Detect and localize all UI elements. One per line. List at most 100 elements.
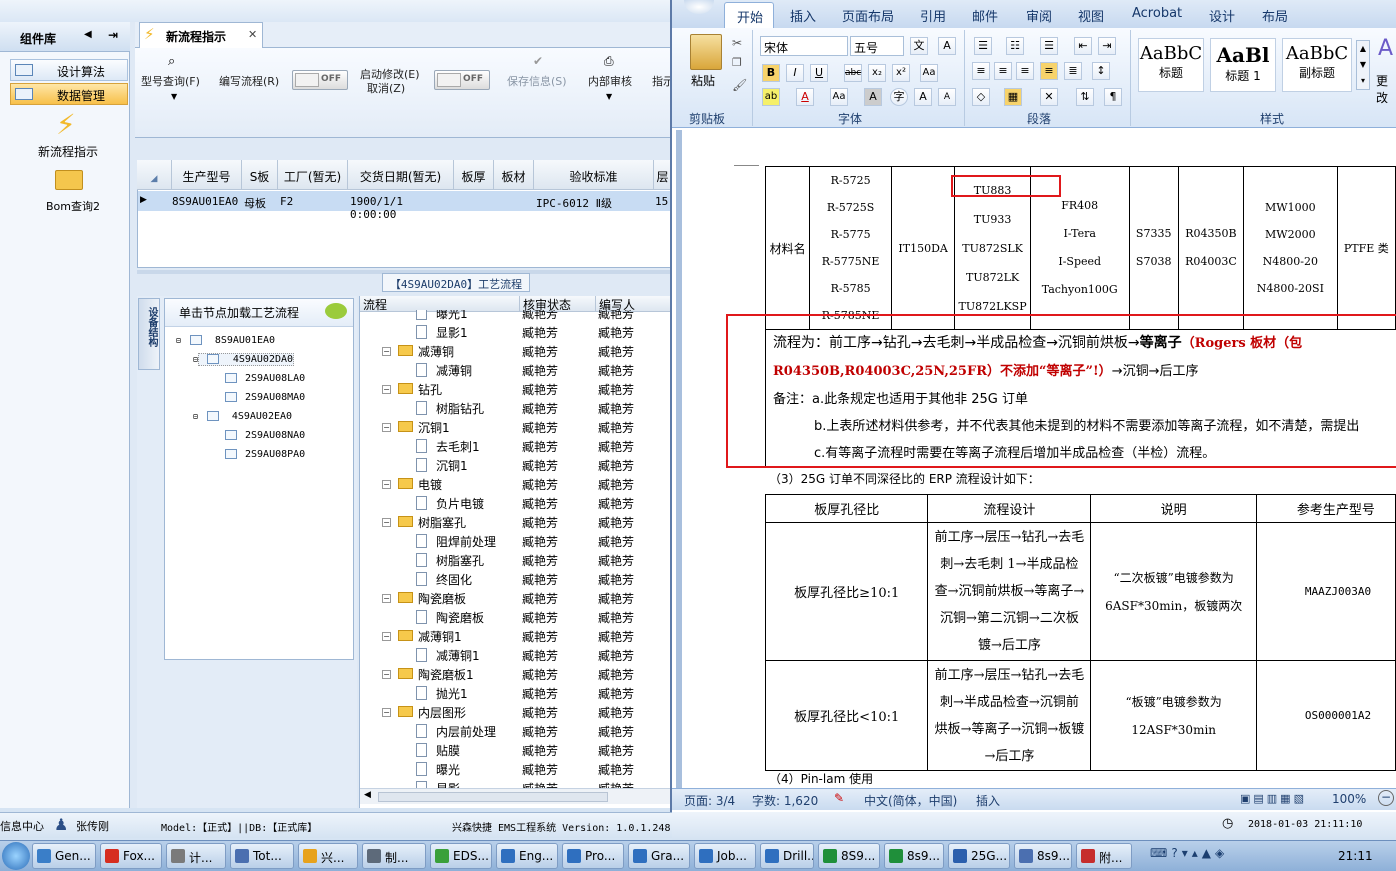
align-right-icon[interactable]: ≡ (1016, 62, 1034, 80)
model-query-button[interactable]: 型号查询(F) (141, 73, 200, 89)
justify-icon[interactable]: ≡ (1040, 62, 1058, 80)
flow-row[interactable]: 贴膜 臧艳芳 臧艳芳 (360, 741, 670, 760)
align-center-icon[interactable]: ≡ (994, 62, 1012, 80)
sort-icon[interactable]: ⇅ (1076, 88, 1094, 106)
column-header[interactable]: 验收标准 (534, 160, 654, 190)
scroll-left-icon[interactable]: ◀ (364, 790, 371, 800)
collapse-icon[interactable]: − (382, 518, 391, 527)
taskbar-button[interactable]: 8s9... (884, 843, 944, 869)
column-header[interactable]: 交货日期(暂无) (348, 160, 454, 190)
save-info-button[interactable]: 保存信息(S) (507, 73, 567, 89)
start-button[interactable] (2, 842, 30, 870)
flow-row[interactable]: 树脂塞孔 臧艳芳 臧艳芳 (360, 551, 670, 570)
taskbar-button[interactable]: Gen... (32, 843, 96, 869)
pin-icon[interactable]: ⇥ (108, 28, 118, 42)
line-spacing-icon[interactable]: ↕ (1092, 62, 1110, 80)
flow-row[interactable]: 沉铜1 臧艳芳 臧艳芳 (360, 456, 670, 475)
tab-device-structure[interactable]: 设备结构 (138, 298, 160, 370)
taskbar-button[interactable]: 制... (362, 843, 426, 869)
change-styles-icon[interactable]: A (1378, 36, 1393, 61)
flow-row[interactable]: 负片电镀 臧艳芳 臧艳芳 (360, 494, 670, 513)
show-marks-icon[interactable]: ¶ (1104, 88, 1122, 106)
tree-node[interactable]: 2S9AU08MA0 (225, 392, 305, 406)
cut-icon[interactable]: ✂ (732, 36, 742, 50)
flow-row[interactable]: 减薄铜 臧艳芳 臧艳芳 (360, 361, 670, 380)
char-shading-icon[interactable]: A (864, 88, 882, 106)
flow-row[interactable]: − 电镀 臧艳芳 臧艳芳 (360, 475, 670, 494)
collapse-icon[interactable]: − (382, 708, 391, 717)
info-center-link[interactable]: 信息中心 (0, 818, 44, 834)
chevron-down-icon[interactable]: ▼ (171, 92, 177, 101)
highlight-icon[interactable]: ab (762, 88, 780, 106)
taskbar-button[interactable]: 8s9... (1014, 843, 1072, 869)
grow-font-icon[interactable]: A (914, 88, 932, 106)
flow-row[interactable]: − 陶瓷磨板 臧艳芳 臧艳芳 (360, 589, 670, 608)
tab-new-flow[interactable]: ⚡ 新流程指示 ✕ (139, 22, 263, 48)
taskbar-button[interactable]: Job... (694, 843, 756, 869)
increase-indent-icon[interactable]: ⇥ (1098, 37, 1116, 55)
tab-references[interactable]: 引用 (920, 6, 946, 25)
tree-node[interactable]: 2S9AU08LA0 (225, 373, 305, 387)
flow-row[interactable]: 树脂钻孔 臧艳芳 臧艳芳 (360, 399, 670, 418)
clear-format-icon[interactable]: Aa (920, 64, 938, 82)
decrease-indent-icon[interactable]: ⇤ (1074, 37, 1092, 55)
flow-row[interactable]: − 内层图形 臧艳芳 臧艳芳 (360, 703, 670, 722)
flow-row[interactable]: − 树脂塞孔 臧艳芳 臧艳芳 (360, 513, 670, 532)
scroll-thumb[interactable] (378, 792, 608, 802)
tab-review[interactable]: 审阅 (1026, 6, 1052, 25)
taskbar-button[interactable]: Eng... (496, 843, 558, 869)
tree-node[interactable]: 2S9AU08NA0 (225, 430, 305, 444)
collapse-icon[interactable]: − (382, 385, 391, 394)
format-painter-icon[interactable]: 🖌 (732, 78, 747, 92)
collapse-icon[interactable]: − (382, 594, 391, 603)
taskbar-button[interactable]: 兴... (298, 843, 358, 869)
font-size-select[interactable]: 五号 (850, 36, 904, 56)
taskbar-button[interactable]: Gra... (628, 843, 690, 869)
style-subtitle[interactable]: AaBbC 副标题 (1282, 38, 1352, 92)
view-buttons-icon[interactable]: ▣▤▥▦▧ (1240, 792, 1307, 805)
flow-row[interactable]: 内层前处理 臧艳芳 臧艳芳 (360, 722, 670, 741)
flow-row[interactable]: − 陶瓷磨板1 臧艳芳 臧艳芳 (360, 665, 670, 684)
tree-node[interactable]: ⊟ 8S9AU01EA0 (176, 335, 275, 349)
distribute-icon[interactable]: ≣ (1064, 62, 1082, 80)
zoom-level[interactable]: 100% (1332, 792, 1366, 806)
taskbar-button[interactable]: Drill... (760, 843, 814, 869)
sidebar-item-data-management[interactable]: 数据管理 (10, 83, 128, 105)
collapse-icon[interactable]: − (382, 632, 391, 641)
shrink-font-icon[interactable]: A (938, 88, 956, 106)
flow-row[interactable]: 去毛刺1 臧艳芳 臧艳芳 (360, 437, 670, 456)
collapse-icon[interactable]: − (382, 423, 391, 432)
chevron-down-icon[interactable]: ▼ (606, 92, 612, 101)
taskbar-button[interactable]: Pro... (562, 843, 624, 869)
tab-acrobat[interactable]: Acrobat (1132, 6, 1182, 21)
italic-button[interactable]: I (786, 64, 804, 82)
copy-icon[interactable]: ❐ (732, 56, 742, 69)
flow-row[interactable]: 阻焊前处理 臧艳芳 臧艳芳 (360, 532, 670, 551)
tab-insert[interactable]: 插入 (790, 6, 816, 25)
flow-row[interactable]: 减薄铜1 臧艳芳 臧艳芳 (360, 646, 670, 665)
taskbar-button[interactable]: 附... (1076, 843, 1132, 869)
superscript-button[interactable]: x² (892, 64, 910, 82)
flow-row[interactable]: 抛光1 臧艳芳 臧艳芳 (360, 684, 670, 703)
paste-icon[interactable] (690, 34, 722, 70)
chinese-layout-icon[interactable]: ✕ (1040, 88, 1058, 106)
bom-query-shortcut-label[interactable]: Bom查询2 (46, 198, 100, 214)
font-color-icon[interactable]: A (796, 88, 814, 106)
taskbar-button[interactable]: 25G... (948, 843, 1010, 869)
tree-node[interactable]: ⊟ 4S9AU02DA0 (193, 353, 295, 368)
font-name-select[interactable]: 宋体 (760, 36, 848, 56)
tree-node[interactable]: 2S9AU08PA0 (225, 449, 305, 463)
change-styles-button[interactable]: 更改 (1376, 72, 1396, 106)
start-modify-toggle[interactable]: OFF (434, 70, 490, 90)
column-header[interactable]: S板 (242, 160, 278, 190)
flow-row[interactable]: 显影1 臧艳芳 臧艳芳 (360, 323, 670, 342)
horizontal-scrollbar[interactable]: ◀ (360, 788, 672, 804)
shading-icon[interactable]: ◇ (972, 88, 990, 106)
column-header[interactable]: 板材 (494, 160, 534, 190)
taskbar-button[interactable]: Tot... (230, 843, 294, 869)
column-header[interactable]: 生产型号 (172, 160, 242, 190)
collapse-left-icon[interactable]: ◀ (84, 29, 92, 40)
flow-row[interactable]: 陶瓷磨板 臧艳芳 臧艳芳 (360, 608, 670, 627)
enclose-char-icon[interactable]: 字 (890, 88, 908, 106)
char-border-icon[interactable]: A (938, 37, 956, 55)
